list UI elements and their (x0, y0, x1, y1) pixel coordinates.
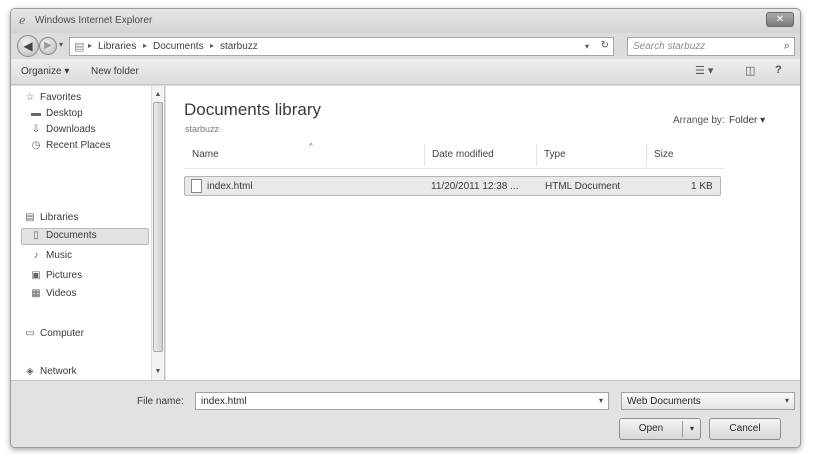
close-button[interactable]: ✕ (766, 12, 794, 27)
sidebar-item-favorites[interactable]: ☆ Favorites (23, 92, 82, 103)
chevron-right-icon[interactable]: ▸ (143, 41, 147, 50)
refresh-icon[interactable]: ↻ (601, 40, 609, 51)
window-title: Windows Internet Explorer (35, 15, 153, 26)
sidebar-item-label: Computer (40, 328, 84, 339)
breadcrumb-starbuzz[interactable]: starbuzz (220, 41, 258, 52)
file-type: HTML Document (545, 181, 621, 192)
sidebar-item-documents[interactable]: ▯ Documents (29, 230, 97, 241)
sidebar-item-label: Libraries (40, 212, 79, 223)
sidebar-item-label: Recent Places (46, 140, 111, 151)
column-divider[interactable] (646, 144, 647, 166)
file-list-pane: Documents library starbuzz Arrange by: F… (166, 86, 800, 380)
file-type-select[interactable]: Web Documents ▾ (621, 392, 795, 410)
sort-ascending-icon: ^ (309, 142, 313, 151)
sidebar-item-desktop[interactable]: ▬ Desktop (29, 108, 83, 119)
sidebar-item-label: Pictures (46, 270, 83, 281)
documents-icon: ▯ (33, 230, 39, 241)
recent-places-icon: ◷ (31, 140, 41, 151)
sidebar-item-libraries[interactable]: ▤ Libraries (23, 212, 78, 223)
navigation-scrollbar[interactable]: ▲ ▼ (151, 86, 164, 380)
column-header-type[interactable]: Type (544, 149, 566, 160)
file-open-dialog: ℯ Windows Internet Explorer ✕ ◀ ▶ ▾ ▤ ▸ … (10, 8, 801, 448)
sidebar-item-recent-places[interactable]: ◷ Recent Places (29, 140, 111, 151)
address-dropdown-icon[interactable]: ▾ (585, 42, 589, 51)
column-divider[interactable] (536, 144, 537, 166)
search-placeholder: Search starbuzz (633, 41, 706, 52)
library-subtitle: starbuzz (185, 124, 220, 134)
column-header-name[interactable]: Name (192, 149, 219, 160)
file-name: index.html (207, 181, 253, 192)
column-divider[interactable] (424, 144, 425, 166)
open-button[interactable]: Open ▾ (619, 418, 701, 440)
file-date-modified: 11/20/2011 12:38 ... (431, 181, 519, 192)
libraries-icon: ▤ (25, 212, 35, 223)
cancel-button[interactable]: Cancel (709, 418, 781, 440)
address-row: ◀ ▶ ▾ ▤ ▸ Libraries ▸ Documents ▸ starbu… (11, 33, 800, 59)
chevron-down-icon[interactable]: ▾ (685, 419, 699, 439)
ie-logo-icon: ℯ (19, 15, 26, 27)
sidebar-item-downloads[interactable]: ⇩ Downloads (29, 124, 96, 135)
file-name-label: File name: (137, 396, 184, 407)
sidebar-item-label: Favorites (40, 92, 82, 103)
column-header-date-modified[interactable]: Date modified (432, 149, 494, 160)
library-title: Documents library (184, 100, 321, 119)
column-header-size[interactable]: Size (654, 149, 673, 160)
table-row[interactable]: index.html 11/20/2011 12:38 ... HTML Doc… (184, 176, 721, 196)
html-file-icon (191, 179, 202, 193)
search-input[interactable]: Search starbuzz ⌕ (627, 37, 795, 56)
back-button[interactable]: ◀ (17, 35, 39, 57)
forward-button[interactable]: ▶ (39, 37, 57, 55)
help-icon[interactable]: ? (775, 64, 782, 76)
sidebar-item-videos[interactable]: ▦ Videos (29, 288, 76, 299)
scrollbar-thumb[interactable] (153, 102, 163, 352)
title-bar: ℯ Windows Internet Explorer ✕ (11, 9, 800, 33)
sidebar-item-label: Network (40, 366, 77, 377)
file-name-field[interactable]: index.html ▾ (195, 392, 609, 410)
sidebar-item-network[interactable]: ◈ Network (23, 366, 77, 377)
network-icon: ◈ (26, 366, 34, 377)
star-icon: ☆ (25, 92, 35, 103)
chevron-right-icon[interactable]: ▸ (88, 41, 92, 50)
breadcrumb-libraries[interactable]: Libraries (98, 41, 136, 52)
preview-pane-icon[interactable]: ◫ (745, 64, 755, 77)
arrange-by-dropdown[interactable]: Folder ▾ (729, 115, 765, 126)
recent-pages-dropdown-icon[interactable]: ▾ (59, 40, 63, 49)
breadcrumb-documents[interactable]: Documents (153, 41, 204, 52)
music-icon: ♪ (33, 250, 39, 261)
sidebar-item-label: Music (46, 250, 73, 261)
arrange-by-label: Arrange by: (673, 115, 725, 126)
chevron-down-icon[interactable]: ▾ (599, 396, 603, 405)
file-type-value: Web Documents (627, 396, 701, 407)
file-size: 1 KB (691, 181, 713, 192)
dialog-footer: File name: index.html ▾ Web Documents ▾ … (11, 380, 800, 447)
chevron-down-icon[interactable]: ▾ (785, 396, 789, 405)
organize-button[interactable]: Organize ▾ (21, 66, 69, 77)
sidebar-item-pictures[interactable]: ▣ Pictures (29, 270, 82, 281)
sidebar-item-music[interactable]: ♪ Music (29, 250, 73, 261)
command-bar: Organize ▾ New folder ☰ ▾ ◫ ? (11, 59, 800, 85)
search-icon[interactable]: ⌕ (784, 40, 790, 53)
sidebar-item-computer[interactable]: ▭ Computer (23, 328, 84, 339)
change-view-icon[interactable]: ☰ ▾ (695, 64, 713, 77)
sidebar-item-label: Videos (46, 288, 77, 299)
open-button-label[interactable]: Open (620, 419, 682, 439)
downloads-icon: ⇩ (31, 124, 41, 135)
address-bar[interactable]: ▤ ▸ Libraries ▸ Documents ▸ starbuzz ▾ ↻ (69, 37, 614, 56)
new-folder-button[interactable]: New folder (91, 66, 139, 77)
sidebar-item-label: Downloads (46, 124, 96, 135)
navigation-pane: ☆ Favorites ▬ Desktop ⇩ Downloads ◷ Recent P… (11, 86, 165, 380)
libraries-icon: ▤ (74, 41, 85, 53)
sidebar-item-label: Documents (46, 230, 97, 241)
pictures-icon: ▣ (31, 270, 41, 281)
chevron-right-icon[interactable]: ▸ (210, 41, 214, 50)
videos-icon: ▦ (31, 288, 41, 299)
sidebar-item-label: Desktop (46, 108, 83, 119)
scroll-up-icon[interactable]: ▲ (152, 88, 164, 101)
scroll-down-icon[interactable]: ▼ (152, 365, 164, 378)
file-name-value: index.html (201, 396, 247, 407)
computer-icon: ▭ (25, 328, 35, 339)
open-button-divider (682, 421, 683, 437)
desktop-icon: ▬ (31, 108, 41, 119)
header-divider (184, 168, 724, 169)
